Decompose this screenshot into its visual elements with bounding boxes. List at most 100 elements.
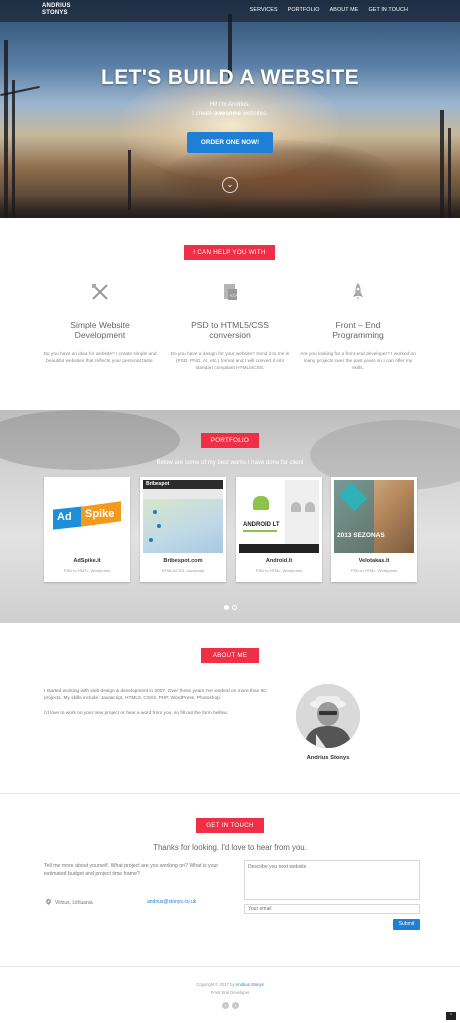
top-navbar: ANDRIUS STONYS SERVICES PORTFOLIO ABOUT … [0,0,460,22]
service-description: Do you have an idea for website? I creat… [43,352,157,364]
portfolio-thumbnail: ANDROID LT [239,480,319,553]
android-bottom-bar [239,544,319,553]
portfolio-thumbnail: Bribespot [143,480,223,553]
service-item: Simple Website Development Do you have an… [40,282,160,365]
portfolio-card-velotakas[interactable]: 2013 SEZONAS Velotakas.lt PSD to HTML, W… [331,477,417,582]
carousel-dot-active[interactable] [224,605,229,610]
hero-subtitle: Hi! I'm Andrius. I create awesome websit… [0,101,460,119]
pencil-ruler-icon [90,282,110,302]
contact-description: Tell me more about yourself. What projec… [44,863,219,877]
velotakas-season-text: 2013 SEZONAS [337,532,385,539]
about-text: I started working with web design & deve… [44,688,276,717]
facebook-icon[interactable]: f [222,1002,229,1009]
map-pin-icon [153,510,157,514]
portfolio-card-title: Android.lt [265,558,293,564]
service-title: Simple Website Development [40,320,160,340]
email-field[interactable] [244,904,420,914]
footer-role: Front End Developer [210,990,250,995]
portfolio-card-title: Velotakas.lt [358,558,390,564]
adspike-logo-text-ad: Ad [57,511,72,523]
nav-item-contact[interactable]: GET IN TOUCH [368,7,408,13]
portfolio-thumbnail: Ad Spike [47,480,127,553]
back-to-top-button[interactable]: ⌃ [446,1012,456,1020]
portfolio-card-tags: PSD to HTML, Wordpress [255,568,303,573]
site-logo[interactable]: ANDRIUS STONYS [42,3,71,17]
map-marker-icon [46,899,51,907]
nav-item-services[interactable]: SERVICES [250,7,278,13]
service-title-line-2: conversion [209,330,251,340]
nav-menu: SERVICES PORTFOLIO ABOUT ME GET IN TOUCH [250,7,408,13]
service-title-line-2: Programming [332,330,384,340]
android-robot-icon [253,496,269,510]
portfolio-card-android[interactable]: ANDROID LT Android.lt PSD to HTML, Wordp… [236,477,322,582]
portfolio-card-title: Bribespot.com [163,558,203,564]
copyright: Copyright © 2017 by Andrius Stonys [0,982,460,987]
hero-ground [0,196,460,218]
footer-divider [0,966,460,967]
message-field[interactable] [244,860,420,900]
service-title-line-2: Development [74,330,126,340]
hero-section: LET'S BUILD A WEBSITE Hi! I'm Andrius. I… [0,0,460,218]
logo-line-2: STONYS [42,10,68,16]
bribespot-map [143,499,223,553]
portfolio-card-tags: PSD to HTML, Wordpress [350,568,398,573]
service-item: </> PSD to HTML5/CSS conversion Do you ha… [170,282,290,372]
hero-tagline-pre: I create [192,111,214,117]
services-section-label: I CAN HELP YOU WITH [184,245,275,260]
map-pin-icon [157,524,161,528]
email-link[interactable]: andrius@stonys.co.uk [147,899,196,905]
about-section-label: ABOUT ME [201,648,259,663]
hero-title: LET'S BUILD A WEBSITE [100,66,359,89]
about-paragraph: I started working with web design & deve… [44,689,266,701]
adspike-logo-text-spike: Spike [85,508,115,520]
copyright-text: Copyright © 2017 by [196,982,236,987]
contact-section-label: GET IN TOUCH [196,818,264,833]
location-text: Vilnius, Lithuania [55,900,93,906]
portfolio-card-title: AdSpike.lt [73,558,101,564]
android-robot-icon [305,502,315,512]
nav-item-portfolio[interactable]: PORTFOLIO [288,7,320,13]
android-left-panel [239,480,285,553]
service-title-line-1: PSD to HTML5/CSS [191,320,269,330]
service-item: Front – End Programming Are you looking f… [298,282,418,372]
portfolio-card-tags: PSD to HMTL, Wordpress [63,568,111,573]
portfolio-card-adspike[interactable]: Ad Spike AdSpike.lt PSD to HMTL, Wordpre… [44,477,130,582]
portfolio-subtitle: Below are some of my best works I have d… [156,460,304,466]
service-title: PSD to HTML5/CSS conversion [170,320,290,340]
submit-button[interactable]: Submit [393,919,420,930]
map-pin-icon [149,538,153,542]
order-button[interactable]: ORDER ONE NOW! [187,132,273,153]
service-description: Do you have a design for your website? S… [170,352,290,371]
file-code-icon: </> [220,282,240,302]
logo-line-1: ANDRIUS [42,3,71,9]
service-description: Are you looking for a front-end develope… [300,352,416,371]
portfolio-card-tags: HTML5/CSS, Javascript [161,568,205,573]
portfolio-section-label: PORTFOLIO [201,433,259,448]
rocket-icon [348,282,368,302]
location: Vilnius, Lithuania [46,899,93,907]
hero-tagline: I create awesome websites. [0,110,460,119]
portfolio-thumbnail: 2013 SEZONAS [334,480,414,553]
android-logo-text: ANDROID LT [243,522,280,528]
bribespot-search [143,489,223,499]
avatar [296,684,360,748]
bribespot-logo-text: Bribespot [146,481,170,487]
contact-thanks: Thanks for looking. I'd love to hear fro… [153,843,307,852]
section-divider [0,793,460,794]
carousel-dot[interactable] [232,605,237,610]
hero-tagline-bold: awesome [213,111,241,117]
svg-text:</>: </> [230,293,238,298]
android-robot-icon [291,502,301,512]
android-divider [243,530,277,532]
twitter-icon[interactable]: t [232,1002,239,1009]
nav-item-about[interactable]: ABOUT ME [330,7,359,13]
service-title-line-1: Simple Website [70,320,130,330]
copyright-author-link[interactable]: Andrius Stonys [236,982,264,987]
about-paragraph: I'd love to work on your new project or … [44,711,228,716]
service-title: Front – End Programming [298,320,418,340]
chevron-down-icon[interactable]: ⌄ [222,177,238,193]
hero-intro: Hi! I'm Andrius. [209,102,251,108]
hero-tagline-post: websites. [241,111,268,117]
service-title-line-1: Front – End [335,320,381,330]
portfolio-card-bribespot[interactable]: Bribespot Bribespot.com HTML5/CSS, Javas… [140,477,226,582]
